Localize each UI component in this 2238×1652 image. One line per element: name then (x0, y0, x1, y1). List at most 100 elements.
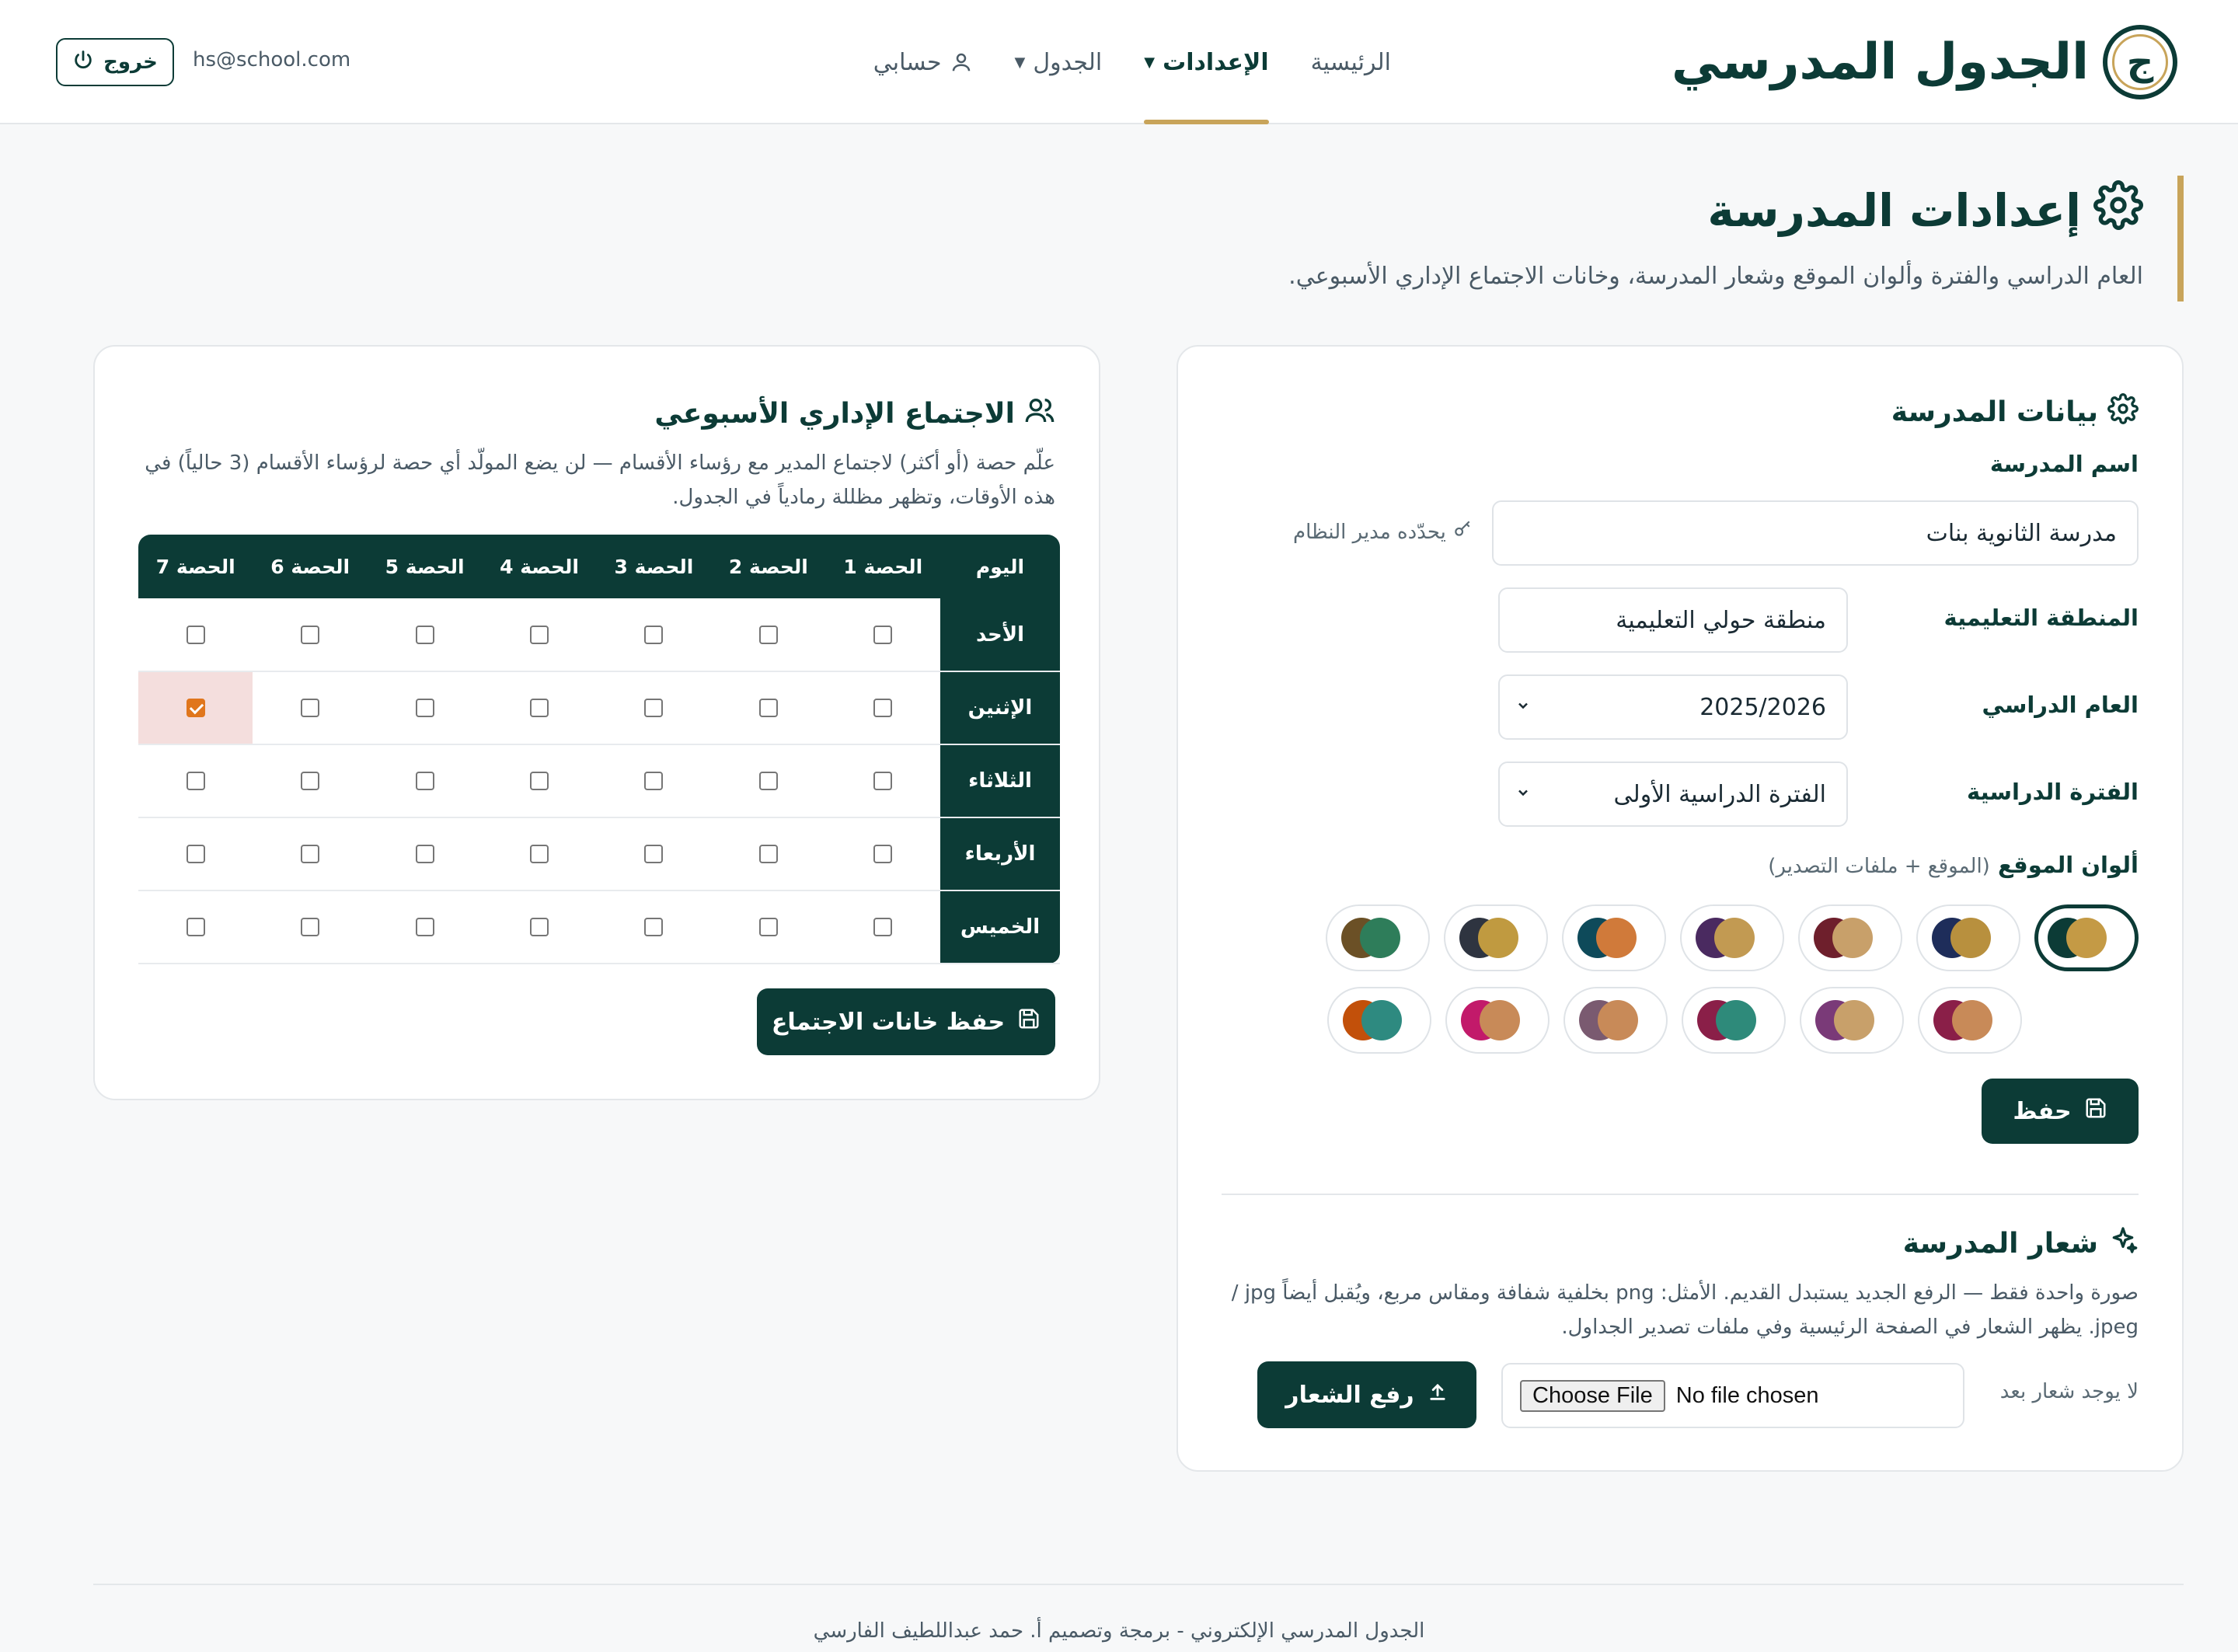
color-palette-option[interactable] (1680, 904, 1784, 971)
meeting-slot-cell (825, 671, 940, 745)
term-select[interactable]: الفترة الدراسية الأولى (1498, 762, 1848, 827)
color-palette-option[interactable] (1682, 987, 1786, 1054)
choose-file-button[interactable]: Choose File (1520, 1379, 1665, 1412)
meeting-slot-checkbox[interactable] (415, 772, 434, 790)
meeting-slot-checkbox[interactable] (873, 845, 893, 863)
color-palette-option[interactable] (1918, 987, 2022, 1054)
meeting-slot-checkbox[interactable] (415, 699, 434, 717)
meeting-slot-checkbox[interactable] (301, 845, 320, 863)
logo-file-input[interactable]: Choose File No file chosen (1501, 1363, 1964, 1428)
color-palette-option[interactable] (1800, 987, 1904, 1054)
table-row: الخميس (138, 890, 1060, 964)
logo-description: صورة واحدة فقط — الرفع الجديد يستبدل الق… (1231, 1281, 2139, 1339)
day-cell: الثلاثاء (940, 744, 1060, 818)
meeting-slot-checkbox[interactable] (644, 772, 664, 790)
meeting-slot-checkbox[interactable] (530, 625, 549, 644)
color-palette-option[interactable] (1445, 987, 1550, 1054)
chevron-down-icon (1515, 783, 1531, 805)
meeting-slot-checkbox[interactable] (415, 918, 434, 936)
palette-accent-dot (1478, 918, 1518, 958)
meeting-slot-cell (367, 817, 483, 891)
school-name-input[interactable]: مدرسة الثانوية بنات (1492, 500, 2139, 566)
meeting-slot-checkbox[interactable] (758, 918, 778, 936)
meeting-slot-cell (253, 817, 368, 891)
site-colors-label: ألوان الموقع (الموقع + ملفات التصدير) (1768, 852, 2139, 878)
period-column-header: الحصة 4 (482, 535, 597, 598)
color-palette-option[interactable] (1326, 904, 1430, 971)
year-label: العام الدراسي (1982, 692, 2139, 718)
upload-logo-button[interactable]: رفع الشعار (1257, 1361, 1476, 1428)
meeting-slot-cell (825, 744, 940, 818)
palette-accent-dot (2066, 918, 2107, 958)
day-cell: الأحد (940, 598, 1060, 672)
meeting-slot-checkbox[interactable] (301, 772, 320, 790)
nav-settings[interactable]: الإعدادات ▼ (1144, 0, 1270, 124)
meeting-slot-checkbox[interactable] (186, 845, 205, 863)
color-palette-option[interactable] (1916, 904, 2020, 971)
color-palette-option[interactable] (1798, 904, 1902, 971)
color-palette-option[interactable] (1444, 904, 1548, 971)
brand[interactable]: ج الجدول المدرسي (1672, 22, 2177, 103)
palette-accent-dot (1360, 918, 1400, 958)
nav-schedule[interactable]: الجدول ▼ (1015, 0, 1103, 124)
page-title: إعدادات المدرسة (1251, 180, 2143, 241)
meeting-slot-cell (367, 744, 483, 818)
day-column-header: اليوم (940, 535, 1060, 598)
page-header: إعدادات المدرسة العام الدراسي والفترة وأ… (1251, 176, 2184, 301)
meeting-slot-checkbox[interactable] (644, 625, 664, 644)
meeting-slot-cell (825, 890, 940, 964)
day-cell: الإثنين (940, 671, 1060, 745)
school-data-title: بيانات المدرسة (1891, 393, 2139, 431)
gear-icon (2107, 393, 2139, 431)
brand-title: الجدول المدرسي (1671, 33, 2089, 91)
power-icon (72, 49, 94, 76)
user-email: hs@school.com (193, 48, 351, 71)
meeting-slot-checkbox[interactable] (530, 699, 549, 717)
meeting-slot-checkbox[interactable] (186, 699, 205, 717)
meeting-slot-checkbox[interactable] (186, 772, 205, 790)
meeting-slot-cell (367, 671, 483, 745)
color-palette-option[interactable] (2034, 904, 2139, 971)
meeting-slot-checkbox[interactable] (873, 918, 893, 936)
meeting-slot-checkbox[interactable] (758, 699, 778, 717)
meeting-slot-checkbox[interactable] (530, 918, 549, 936)
save-school-button[interactable]: حفظ (1982, 1079, 2139, 1144)
meeting-slot-checkbox[interactable] (530, 772, 549, 790)
meeting-slot-checkbox[interactable] (301, 699, 320, 717)
color-palette-option[interactable] (1562, 904, 1666, 971)
logout-button[interactable]: خروج (56, 38, 174, 86)
meeting-slot-checkbox[interactable] (873, 772, 893, 790)
meeting-slot-checkbox[interactable] (873, 699, 893, 717)
meeting-slot-cell (711, 598, 826, 672)
region-input[interactable]: منطقة حولي التعليمية (1498, 587, 1848, 653)
meeting-slot-checkbox[interactable] (644, 918, 664, 936)
table-row: الثلاثاء (138, 744, 1060, 818)
school-name-hint: يحدّده مدير النظام (1293, 519, 1473, 545)
meeting-slot-cell (596, 671, 712, 745)
meeting-slot-checkbox[interactable] (186, 625, 205, 644)
table-row: الأحد (138, 598, 1060, 672)
meeting-slot-cell (367, 598, 483, 672)
meeting-slot-checkbox[interactable] (415, 845, 434, 863)
meeting-slot-checkbox[interactable] (644, 845, 664, 863)
meeting-slot-checkbox[interactable] (415, 625, 434, 644)
meeting-slot-cell (596, 744, 712, 818)
color-palette-option[interactable] (1563, 987, 1668, 1054)
meeting-slot-checkbox[interactable] (873, 625, 893, 644)
meeting-slot-checkbox[interactable] (186, 918, 205, 936)
meeting-slot-checkbox[interactable] (530, 845, 549, 863)
period-column-header: الحصة 3 (596, 535, 712, 598)
meeting-slot-checkbox[interactable] (301, 918, 320, 936)
color-palette-option[interactable] (1327, 987, 1431, 1054)
year-select[interactable]: 2025/2026 (1498, 674, 1848, 740)
save-meeting-button[interactable]: حفظ خانات الاجتماع (757, 988, 1055, 1055)
meeting-slot-checkbox[interactable] (758, 625, 778, 644)
nav-account[interactable]: حسابي (873, 0, 973, 124)
meeting-slot-cell (253, 890, 368, 964)
meeting-slot-checkbox[interactable] (758, 845, 778, 863)
nav-home[interactable]: الرئيسية (1311, 0, 1391, 124)
meeting-slot-checkbox[interactable] (758, 772, 778, 790)
meeting-slot-checkbox[interactable] (301, 625, 320, 644)
palette-accent-dot (1361, 1000, 1402, 1040)
meeting-slot-checkbox[interactable] (644, 699, 664, 717)
